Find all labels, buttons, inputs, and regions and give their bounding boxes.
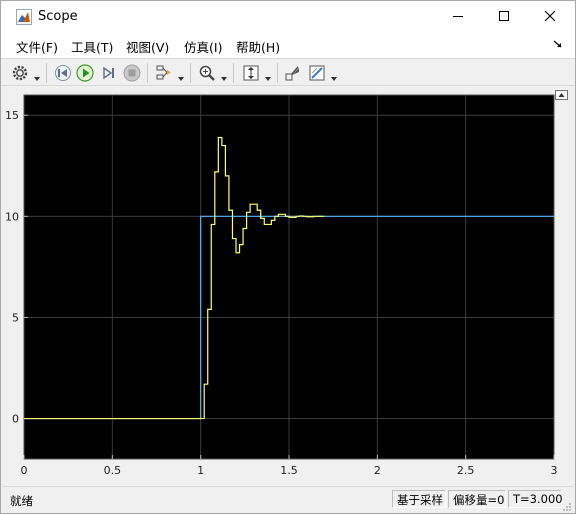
scope-plot[interactable]: 0 0.5 1 1.5 2 2.5 3 0 5 10 15 — [2, 87, 574, 485]
menu-simulation[interactable]: 仿真(I) — [184, 37, 222, 56]
chevron-down-icon[interactable] — [34, 71, 40, 81]
maximize-icon — [499, 11, 509, 21]
autoscale-icon[interactable] — [241, 63, 261, 83]
stop-icon[interactable] — [122, 63, 142, 83]
collapse-arrow-icon[interactable] — [553, 38, 563, 48]
time-indicator: T=3.000 — [508, 490, 563, 508]
toolbar-separator — [277, 63, 278, 83]
zoom-icon[interactable] — [197, 63, 217, 83]
undock-icon[interactable] — [555, 89, 568, 100]
x-tick-label: 3 — [551, 464, 558, 477]
step-forward-icon[interactable] — [99, 63, 119, 83]
menu-bar: 文件(F) 工具(T) 视图(V) 仿真(I) 帮助(H) — [1, 32, 575, 58]
toolbar — [1, 58, 575, 86]
close-icon — [544, 10, 556, 22]
y-tick-label: 5 — [12, 311, 19, 324]
x-tick-label: 0.5 — [104, 464, 122, 477]
sample-based-indicator: 基于采样 — [392, 490, 446, 508]
minimize-icon — [453, 16, 463, 17]
menu-tools[interactable]: 工具(T) — [71, 37, 113, 56]
style-icon[interactable] — [307, 63, 327, 83]
x-tick-label: 1 — [197, 464, 204, 477]
offset-indicator: 偏移量=0 — [448, 490, 506, 508]
window-title: Scope — [38, 9, 78, 24]
x-tick-label: 2.5 — [457, 464, 475, 477]
chevron-down-icon[interactable] — [178, 71, 184, 81]
toolbar-separator — [190, 63, 191, 83]
chevron-down-icon[interactable] — [221, 71, 227, 81]
toolbar-separator — [147, 63, 148, 83]
scope-display[interactable]: 0 0.5 1 1.5 2 2.5 3 0 5 10 15 — [2, 87, 574, 485]
chevron-down-icon[interactable] — [265, 71, 271, 81]
x-tick-label: 0 — [21, 464, 28, 477]
signal-selector-icon[interactable] — [154, 63, 174, 83]
y-tick-label: 10 — [5, 210, 19, 223]
matlab-logo-icon — [16, 9, 32, 25]
y-tick-label: 0 — [12, 413, 19, 426]
x-tick-label: 1.5 — [280, 464, 298, 477]
close-button[interactable] — [527, 1, 573, 32]
chevron-down-icon[interactable] — [331, 71, 337, 81]
step-back-icon[interactable] — [53, 63, 73, 83]
scope-window: Scope 文件(F) 工具(T) 视图(V) 仿真(I) 帮助(H) 0 0.… — [0, 0, 576, 514]
minimize-button[interactable] — [435, 1, 481, 32]
title-bar: Scope — [1, 1, 575, 32]
run-icon[interactable] — [75, 63, 95, 83]
menu-help[interactable]: 帮助(H) — [236, 37, 280, 56]
resize-grip-icon[interactable] — [562, 501, 572, 511]
menu-file[interactable]: 文件(F) — [16, 37, 58, 56]
maximize-button[interactable] — [481, 1, 527, 32]
menu-view[interactable]: 视图(V) — [126, 37, 169, 56]
highlight-block-icon[interactable] — [283, 63, 303, 83]
status-text: 就绪 — [10, 494, 33, 508]
toolbar-separator — [46, 63, 47, 83]
status-bar: 就绪 基于采样 偏移量=0 T=3.000 — [2, 486, 574, 513]
x-tick-label: 2 — [374, 464, 381, 477]
y-tick-label: 15 — [5, 109, 19, 122]
gear-icon[interactable] — [10, 63, 30, 83]
toolbar-separator — [233, 63, 234, 83]
